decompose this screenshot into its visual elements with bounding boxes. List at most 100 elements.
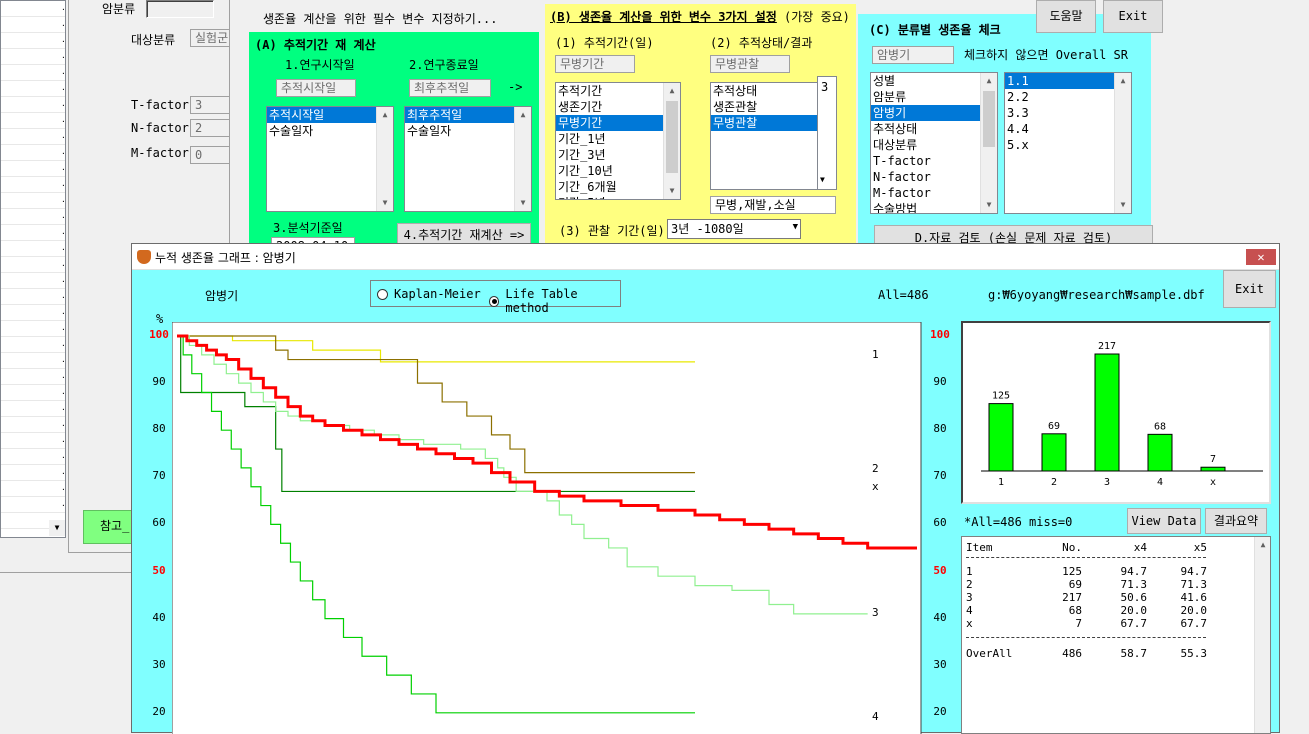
list-row[interactable]: .: [1, 257, 66, 273]
list-row[interactable]: .: [1, 129, 66, 145]
list-item[interactable]: 수술일자: [267, 123, 393, 139]
list-row[interactable]: .: [1, 385, 66, 401]
list-row[interactable]: .: [1, 305, 66, 321]
scroll-down-icon[interactable]: ▼: [377, 195, 393, 211]
list-item[interactable]: 기간_10년: [556, 163, 680, 179]
list-item[interactable]: 1.1: [1005, 73, 1131, 89]
scroll-up-icon[interactable]: ▲: [664, 83, 680, 99]
scroll-down-icon[interactable]: ▼: [664, 183, 680, 199]
list-row[interactable]: .: [1, 497, 66, 513]
state-list[interactable]: 추적상태 생존관찰 무병관찰: [710, 82, 820, 190]
list-row[interactable]: .: [1, 1, 66, 17]
t-factor-field[interactable]: 3: [190, 96, 230, 114]
list-row[interactable]: .: [1, 33, 66, 49]
list-row[interactable]: .: [1, 273, 66, 289]
list-item[interactable]: 추적시작일: [267, 107, 393, 123]
scroll-up-icon[interactable]: ▲: [1115, 73, 1131, 89]
m-factor-field[interactable]: 0: [190, 146, 230, 164]
list-row[interactable]: .: [1, 161, 66, 177]
scroll-up-icon[interactable]: ▲: [1255, 537, 1271, 553]
obs-period-select[interactable]: 3년 -1080일 ▼: [667, 219, 801, 239]
list-item[interactable]: 암병기: [871, 105, 997, 121]
radio-life-table[interactable]: Life Table method: [489, 287, 620, 315]
end-date-list[interactable]: 최후추적일 수술일자 ▲ ▼: [404, 106, 532, 212]
list-item[interactable]: 생존관찰: [711, 99, 819, 115]
list-item[interactable]: 기간_1년: [556, 131, 680, 147]
scroll-down-icon[interactable]: ▼: [981, 197, 997, 213]
list-row[interactable]: .: [1, 65, 66, 81]
list-item[interactable]: 생존기간: [556, 99, 680, 115]
top-exit-button[interactable]: Exit: [1103, 0, 1163, 33]
graph-exit-button[interactable]: Exit: [1223, 270, 1276, 308]
list-item[interactable]: 기간_6개월: [556, 179, 680, 195]
state-spin[interactable]: 3 ▼: [817, 76, 837, 190]
scroll-up-icon[interactable]: ▲: [377, 107, 393, 123]
scroll-down-icon[interactable]: ▼: [515, 195, 531, 211]
list-row[interactable]: .: [1, 337, 66, 353]
list-item[interactable]: 암분류: [871, 89, 997, 105]
list-row[interactable]: .: [1, 289, 66, 305]
list-item[interactable]: 수술일자: [405, 123, 531, 139]
start-date-field[interactable]: 추적시작일: [276, 79, 356, 97]
scroll-down-arrow-icon[interactable]: ▼: [49, 520, 65, 536]
class-value-list[interactable]: 1.1 2.2 3.3 4.4 5.x ▲ ▼: [1004, 72, 1132, 214]
list-row[interactable]: .: [1, 417, 66, 433]
list-row[interactable]: .: [1, 353, 66, 369]
list-item[interactable]: 5.x: [1005, 137, 1131, 153]
radio-kaplan-meier[interactable]: Kaplan-Meier: [377, 287, 481, 301]
list-item[interactable]: 추적기간: [556, 83, 680, 99]
list-item[interactable]: 수술방법: [871, 201, 997, 213]
list-item[interactable]: 무병기간: [556, 115, 680, 131]
scroll-up-icon[interactable]: ▲: [515, 107, 531, 123]
period-list[interactable]: 추적기간생존기간무병기간기간_1년기간_3년기간_10년기간_6개월기간_5년 ▲…: [555, 82, 681, 200]
list-item[interactable]: 성별: [871, 73, 997, 89]
list-row[interactable]: .: [1, 81, 66, 97]
list-row[interactable]: .: [1, 113, 66, 129]
list-item[interactable]: 기간_5년: [556, 195, 680, 199]
scroll-up-icon[interactable]: ▲: [981, 73, 997, 89]
list-item[interactable]: 기간_3년: [556, 147, 680, 163]
target-field[interactable]: 실험군: [190, 29, 230, 47]
list-row[interactable]: .: [1, 17, 66, 33]
view-data-button[interactable]: View Data: [1127, 508, 1201, 534]
list-row[interactable]: .: [1, 193, 66, 209]
list-row[interactable]: .: [1, 145, 66, 161]
left-list-strip[interactable]: ................................. ▼: [0, 0, 66, 538]
list-item[interactable]: 추적상태: [871, 121, 997, 137]
list-row[interactable]: .: [1, 433, 66, 449]
end-date-field[interactable]: 최후추적일: [409, 79, 491, 97]
list-row[interactable]: .: [1, 209, 66, 225]
list-row[interactable]: .: [1, 369, 66, 385]
help-button[interactable]: 도움말: [1036, 0, 1096, 33]
list-item[interactable]: 최후추적일: [405, 107, 531, 123]
list-item[interactable]: 2.2: [1005, 89, 1131, 105]
list-row[interactable]: .: [1, 401, 66, 417]
state-field[interactable]: 무병관찰: [710, 55, 790, 73]
close-icon[interactable]: ✕: [1246, 249, 1276, 265]
list-item[interactable]: N-factor: [871, 169, 997, 185]
list-item[interactable]: T-factor: [871, 153, 997, 169]
list-row[interactable]: .: [1, 49, 66, 65]
list-row[interactable]: .: [1, 97, 66, 113]
list-item[interactable]: 3.3: [1005, 105, 1131, 121]
list-item[interactable]: 추적상태: [711, 83, 819, 99]
list-row[interactable]: .: [1, 321, 66, 337]
period-field[interactable]: 무병기간: [555, 55, 635, 73]
list-row[interactable]: .: [1, 465, 66, 481]
list-row[interactable]: .: [1, 241, 66, 257]
scroll-down-icon[interactable]: ▼: [1115, 197, 1131, 213]
list-item[interactable]: 대상분류: [871, 137, 997, 153]
list-row[interactable]: .: [1, 481, 66, 497]
class-var-list[interactable]: 성별 암분류 암병기 추적상태 대상분류 T-factor N-factor M-factor…: [870, 72, 998, 214]
list-row[interactable]: .: [1, 225, 66, 241]
list-item[interactable]: 4.4: [1005, 121, 1131, 137]
list-item[interactable]: 무병관찰: [711, 115, 819, 131]
list-item[interactable]: M-factor: [871, 185, 997, 201]
start-date-list[interactable]: 추적시작일 수술일자 ▲ ▼: [266, 106, 394, 212]
class-var-field[interactable]: 암병기: [872, 46, 954, 64]
spin-down-icon[interactable]: ▼: [820, 172, 825, 188]
reference-button[interactable]: 참고_: [83, 510, 135, 544]
list-row[interactable]: .: [1, 449, 66, 465]
summary-button[interactable]: 결과요약: [1205, 508, 1267, 534]
n-factor-field[interactable]: 2: [190, 119, 230, 137]
